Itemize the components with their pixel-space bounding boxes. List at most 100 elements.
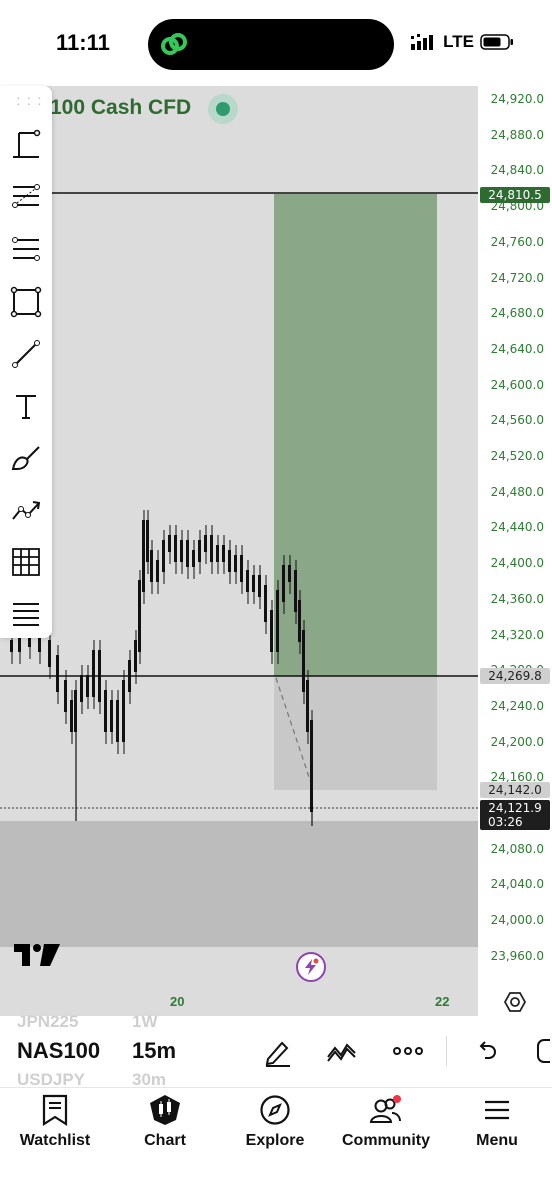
nav-chart[interactable]: Chart	[110, 1094, 220, 1158]
price-tick: 24,480.0	[490, 484, 544, 499]
horizontal-line-tool-icon[interactable]	[6, 124, 46, 164]
price-tick: 24,320.0	[490, 627, 544, 642]
market-status-dot	[208, 94, 238, 124]
tradingview-logo-icon[interactable]	[14, 942, 60, 968]
candle-body	[204, 535, 207, 552]
network-type: LTE	[443, 32, 474, 51]
more-options-icon[interactable]	[390, 1034, 426, 1068]
interval-prev[interactable]: 1W	[132, 1012, 158, 1032]
hamburger-menu-icon	[485, 1100, 509, 1120]
symbol-current[interactable]: NAS100	[17, 1038, 100, 1064]
drag-handle-icon[interactable]: · · · · · ·	[16, 90, 43, 110]
entry-price-badge: 24,269.8	[480, 668, 550, 684]
nav-chart-label: Chart	[144, 1132, 186, 1149]
candle-body	[150, 550, 153, 582]
price-tick: 24,240.0	[490, 698, 544, 713]
candlestick-series	[10, 510, 313, 826]
take-profit-badge: 24,810.5	[480, 187, 550, 203]
battery-icon	[480, 34, 513, 50]
price-tick: 24,560.0	[490, 413, 544, 428]
price-tick: 23,960.0	[490, 948, 544, 963]
price-tick: 24,720.0	[490, 270, 544, 285]
nav-explore[interactable]: Explore	[220, 1094, 330, 1158]
stop-price-badge: 24,142.0	[480, 782, 550, 798]
price-tick: 24,840.0	[490, 163, 544, 178]
price-tick: 24,360.0	[490, 591, 544, 606]
drawing-pen-icon[interactable]	[260, 1034, 296, 1068]
candle-body	[56, 655, 59, 692]
nav-community-label: Community	[342, 1132, 430, 1149]
candle-body	[142, 520, 145, 592]
symbol-next[interactable]: USDJPY	[17, 1070, 85, 1090]
price-tick: 24,520.0	[490, 449, 544, 463]
lower-shade-zone	[0, 821, 478, 947]
price-tick: 24,080.0	[490, 841, 544, 856]
candle-body	[116, 700, 119, 742]
undo-icon[interactable]	[468, 1034, 504, 1068]
candle-body	[302, 630, 305, 692]
candle-body	[252, 575, 255, 592]
nav-watchlist[interactable]: Watchlist	[0, 1094, 110, 1158]
trend-line-icon[interactable]	[6, 334, 46, 374]
candle-body	[98, 650, 101, 702]
nav-community[interactable]: Community	[331, 1094, 441, 1158]
dynamic-island	[148, 19, 394, 70]
compass-icon	[260, 1095, 290, 1125]
candle-body	[258, 575, 261, 597]
candle-body	[294, 570, 297, 612]
grid-pattern-icon[interactable]	[6, 542, 46, 582]
chart-canvas[interactable]	[0, 86, 478, 1016]
candle-body	[240, 555, 243, 582]
link-app-icon	[161, 33, 187, 55]
drawing-toolbar: · · · · · ·	[0, 86, 52, 638]
status-indicators: LTE	[411, 32, 514, 52]
price-chart[interactable]	[0, 86, 478, 1016]
price-tick: 24,760.0	[490, 234, 544, 249]
price-tick: 24,600.0	[490, 377, 544, 392]
price-tick: 24,920.0	[490, 92, 544, 106]
rectangle-icon[interactable]	[6, 282, 46, 322]
candle-body	[270, 610, 273, 652]
candle-body	[288, 565, 291, 582]
symbol-prev[interactable]: JPN225	[17, 1012, 78, 1032]
candle-body	[198, 540, 201, 562]
text-icon[interactable]	[6, 386, 46, 426]
interval-current[interactable]: 15m	[132, 1038, 176, 1064]
chart-settings-hex-icon[interactable]	[503, 990, 527, 1014]
nav-explore-label: Explore	[245, 1132, 305, 1149]
picker-divider	[446, 1036, 447, 1066]
lightning-icon	[305, 958, 319, 975]
fullscreen-icon[interactable]	[530, 1034, 552, 1068]
candle-body	[210, 535, 213, 562]
candle-body	[92, 650, 95, 697]
interval-next[interactable]: 30m	[132, 1070, 166, 1090]
candle-body	[146, 520, 149, 562]
arrow-path-icon[interactable]	[6, 490, 46, 530]
nav-menu[interactable]: Menu	[442, 1094, 552, 1158]
price-tick: 24,400.0	[490, 556, 544, 571]
watchlist-icon	[42, 1094, 68, 1126]
brush-icon[interactable]	[6, 438, 46, 478]
fib-extension-icon[interactable]	[6, 229, 46, 269]
candle-body	[110, 700, 113, 732]
candle-body	[234, 555, 237, 572]
signal-icon	[411, 34, 434, 50]
fib-retracement-icon[interactable]	[6, 176, 46, 216]
status-time: 11:11	[56, 30, 110, 55]
candle-body	[48, 640, 51, 667]
candle-body	[216, 545, 219, 562]
indicators-icon[interactable]	[324, 1034, 360, 1068]
status-bar: 11:11 LTE	[0, 0, 552, 86]
price-axis[interactable]: 24,920.0 24,880.0 24,840.0 24,800.0 24,760.0…	[478, 86, 552, 1016]
candle-body	[70, 700, 73, 732]
candle-body	[128, 660, 131, 692]
candle-body	[162, 540, 165, 572]
chart-icon	[150, 1095, 180, 1125]
symbol-title[interactable]: 100 Cash CFD	[50, 96, 191, 120]
multi-line-icon[interactable]	[6, 594, 46, 634]
candle-body	[122, 680, 125, 742]
candle-body	[282, 565, 285, 602]
flash-trade-button[interactable]	[296, 952, 326, 982]
price-tick: 24,880.0	[490, 127, 544, 142]
price-tick: 24,000.0	[490, 913, 544, 928]
